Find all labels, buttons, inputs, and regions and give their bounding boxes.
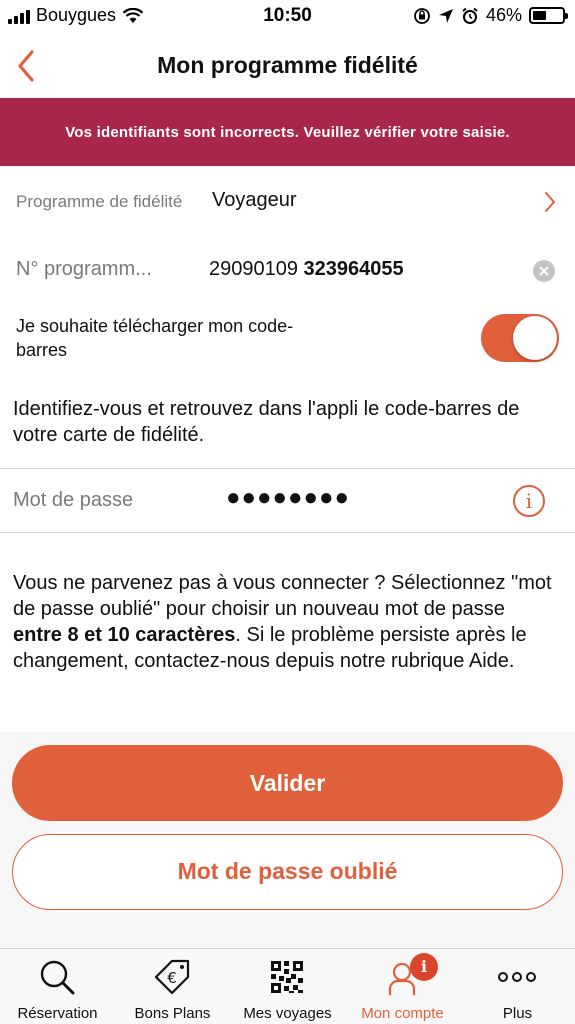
tab-plus[interactable]: Plus bbox=[460, 949, 575, 1024]
program-number-label: N° programm... bbox=[16, 258, 152, 280]
validate-button[interactable]: Valider bbox=[12, 745, 563, 821]
help-text-bold: entre 8 et 10 caractères bbox=[13, 624, 236, 646]
tab-label: Mes voyages bbox=[243, 1005, 332, 1022]
password-value[interactable]: ●●●●●●●● bbox=[226, 484, 350, 512]
barcode-info-text: Identifiez-vous et retrouvez dans l'appl… bbox=[13, 398, 520, 446]
qr-code-icon bbox=[271, 961, 303, 993]
page-title: Mon programme fidélité bbox=[157, 52, 418, 78]
tab-reservation[interactable]: Réservation bbox=[0, 949, 115, 1024]
battery-percent: 46% bbox=[485, 5, 522, 25]
clear-icon bbox=[539, 266, 549, 276]
euro-tag-icon: € bbox=[154, 959, 190, 995]
tab-mon-compte[interactable]: i Mon compte bbox=[345, 949, 460, 1024]
action-area: Valider Mot de passe oublié bbox=[0, 732, 575, 948]
barcode-toggle-label: Je souhaite télécharger mon code-barres bbox=[16, 316, 294, 360]
help-text: Vous ne parvenez pas à vous connecter ? … bbox=[13, 570, 558, 674]
password-field[interactable]: Mot de passe ●●●●●●●● i bbox=[0, 470, 575, 532]
alarm-icon bbox=[462, 7, 478, 24]
password-label: Mot de passe bbox=[13, 489, 134, 511]
error-banner: Vos identifiants sont incorrects. Veuill… bbox=[0, 98, 575, 166]
program-number-suffix: 323964055 bbox=[303, 258, 404, 280]
tab-label: Bons Plans bbox=[134, 1005, 211, 1022]
divider bbox=[0, 532, 575, 533]
error-message: Vos identifiants sont incorrects. Veuill… bbox=[65, 123, 510, 141]
program-number-field[interactable]: N° programm... 29090109 323964055 bbox=[0, 238, 575, 302]
search-icon bbox=[40, 960, 75, 995]
program-selector-row[interactable]: Programme de fidélité Voyageur bbox=[0, 170, 575, 234]
toggle-knob bbox=[513, 316, 557, 360]
tab-label: Réservation bbox=[17, 1005, 98, 1022]
notification-badge: i bbox=[410, 953, 438, 981]
tab-label: Plus bbox=[502, 1005, 533, 1022]
help-text-part1: Vous ne parvenez pas à vous connecter ? … bbox=[13, 572, 552, 620]
battery-icon bbox=[529, 7, 568, 24]
status-bar: Bouygues 10:50 46% bbox=[0, 0, 575, 34]
barcode-toggle-row: Je souhaite télécharger mon code-barres bbox=[0, 306, 575, 376]
info-icon[interactable]: i bbox=[513, 485, 545, 517]
program-label: Programme de fidélité bbox=[16, 192, 183, 211]
status-right: 46% bbox=[413, 5, 568, 26]
svg-text:€: € bbox=[167, 969, 177, 987]
divider bbox=[0, 468, 575, 469]
tab-mes-voyages[interactable]: Mes voyages bbox=[230, 949, 345, 1024]
nav-bar: Mon programme fidélité bbox=[0, 34, 575, 98]
tab-label: Mon compte bbox=[361, 1005, 444, 1022]
location-icon bbox=[438, 8, 453, 23]
program-value: Voyageur bbox=[212, 189, 297, 211]
clear-field-button[interactable] bbox=[533, 260, 555, 282]
more-dots-icon bbox=[498, 972, 536, 982]
tab-bar: Réservation € Bons Plans Mes voyages i M… bbox=[0, 948, 575, 1024]
tab-bons-plans[interactable]: € Bons Plans bbox=[115, 949, 230, 1024]
chevron-right-icon bbox=[545, 192, 555, 212]
rotation-lock-icon bbox=[414, 7, 430, 24]
program-number-value[interactable]: 29090109 323964055 bbox=[209, 258, 404, 281]
program-number-prefix: 29090109 bbox=[209, 258, 298, 280]
barcode-toggle[interactable] bbox=[481, 314, 559, 362]
forgot-password-button[interactable]: Mot de passe oublié bbox=[12, 834, 563, 910]
